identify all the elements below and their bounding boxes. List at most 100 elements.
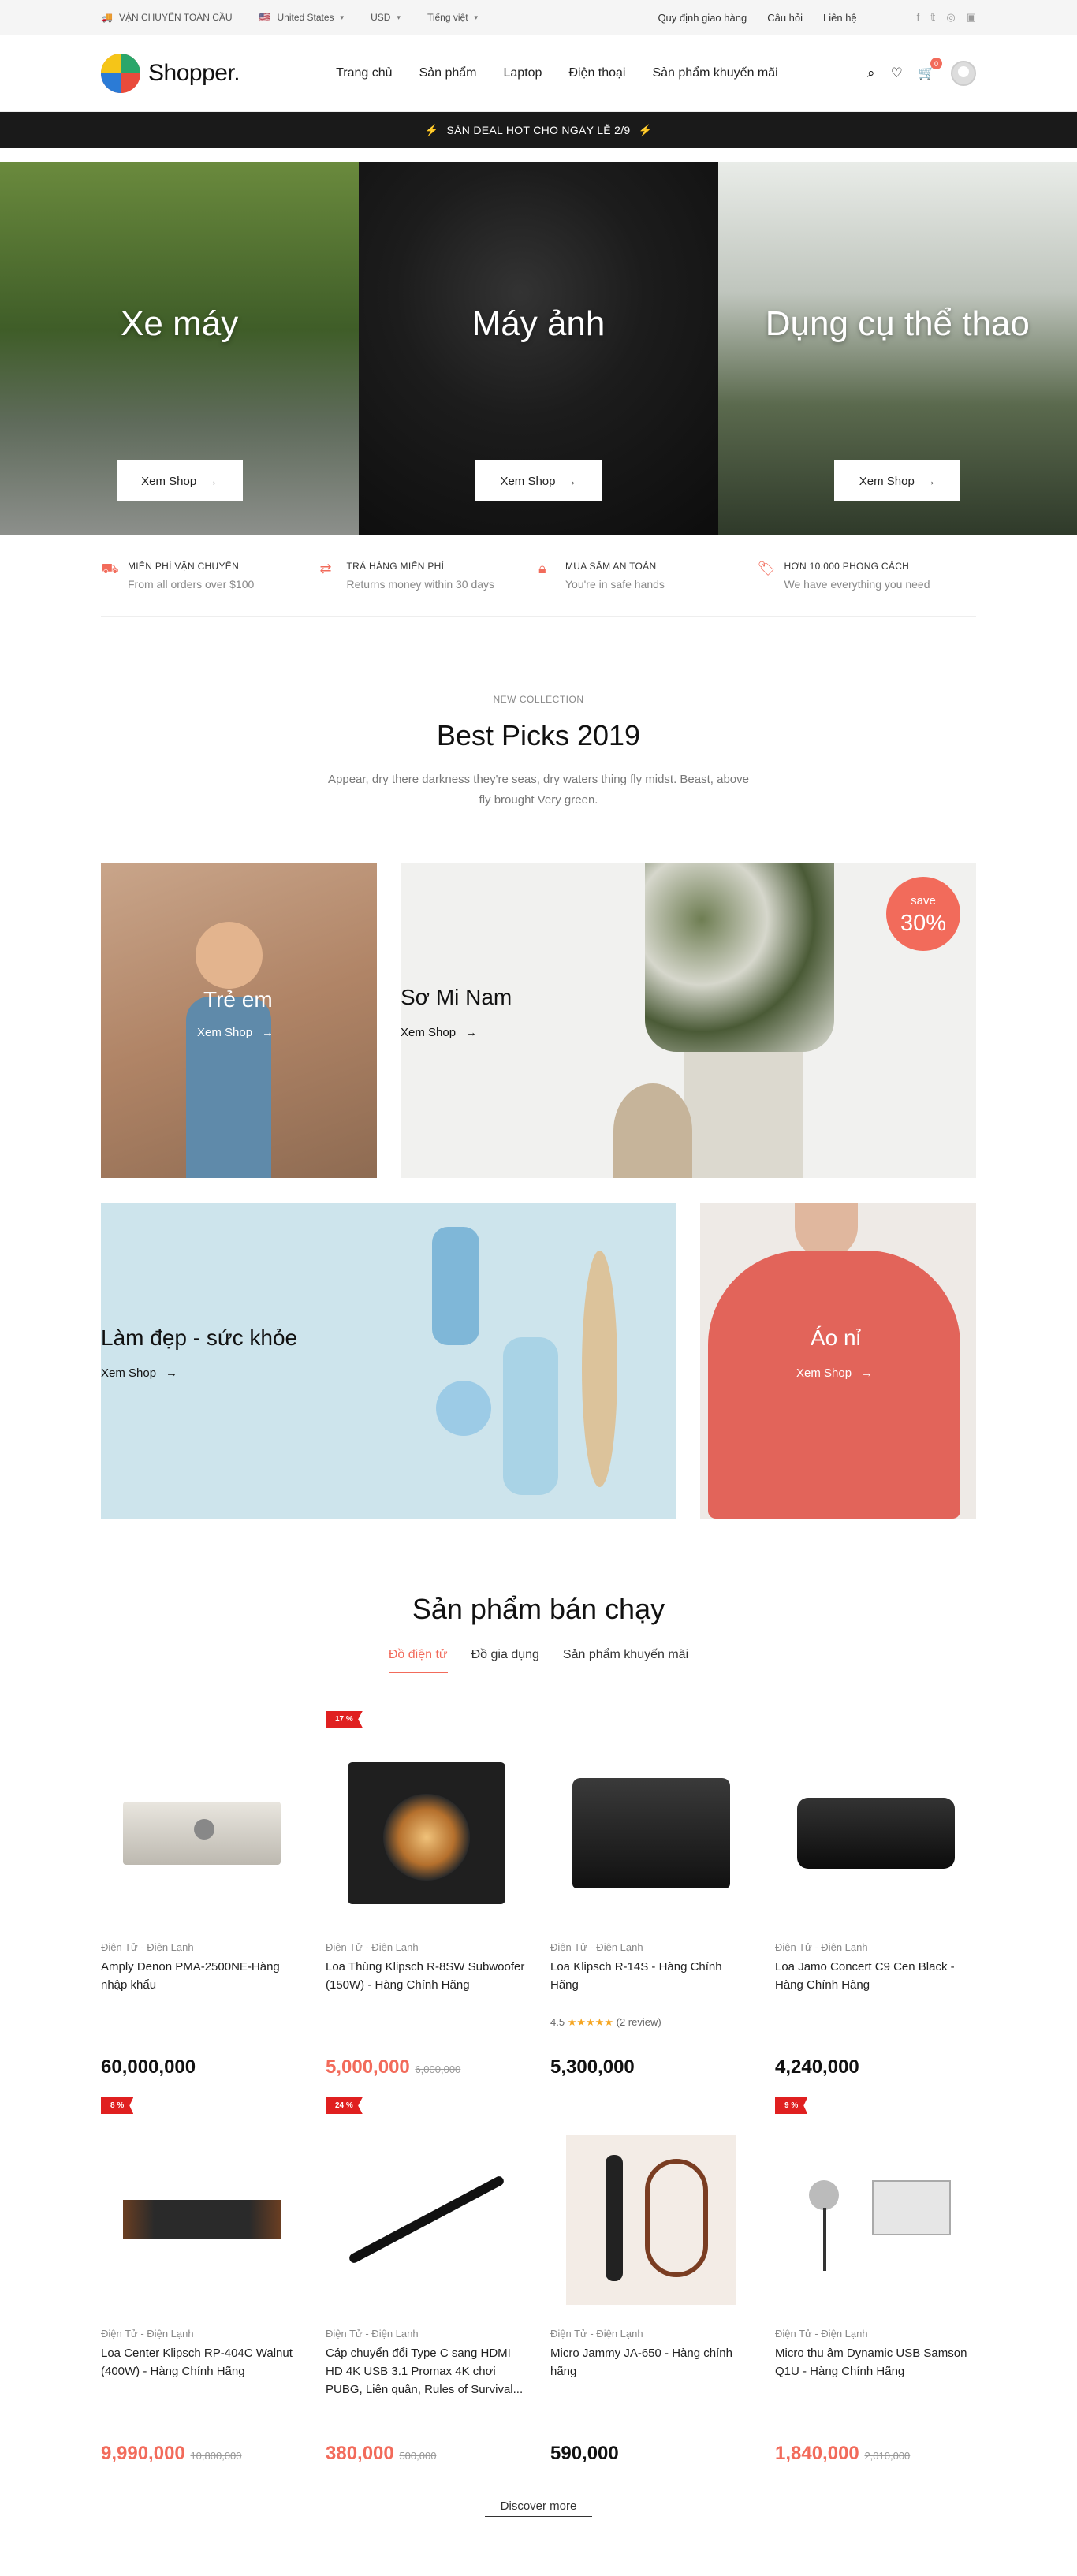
product-image[interactable] [101, 1735, 302, 1932]
product-name[interactable]: Micro thu âm Dynamic USB Samson Q1U - Hà… [775, 2344, 976, 2399]
save-label: save [911, 894, 936, 908]
country-label: United States [277, 12, 334, 23]
discover-more: Discover more [0, 2500, 1077, 2517]
tile-shop-link[interactable]: Xem Shop → [401, 1026, 477, 1039]
bottle-photo [503, 1337, 558, 1495]
price-value: 9,990,000 [101, 2443, 185, 2464]
tile-shop-link[interactable]: Xem Shop → [796, 1366, 873, 1380]
link-label: Xem Shop [796, 1366, 852, 1380]
child-photo [196, 922, 263, 989]
lightning-icon: ⚡ [638, 123, 653, 136]
search-icon[interactable]: ⌕ [867, 65, 875, 81]
nav-phones[interactable]: Điện thoại [568, 66, 625, 80]
product-name[interactable]: Loa Thùng Klipsch R-8SW Subwoofer (150W)… [326, 1958, 527, 2013]
promo-banner[interactable]: ⚡ SĂN DEAL HOT CHO NGÀY LỄ 2/9 ⚡ [0, 112, 1077, 148]
product-price: 5,300,000 [550, 2056, 635, 2078]
hero-shop-button[interactable]: Xem Shop → [834, 460, 961, 501]
logo[interactable]: Shopper. [101, 54, 240, 93]
product-card[interactable]: Điện Tử - Điện Lạnh Amply Denon PMA-2500… [101, 1711, 302, 2097]
tile-kids[interactable]: Trẻ em Xem Shop → [101, 863, 377, 1178]
product-name[interactable]: Loa Klipsch R-14S - Hàng Chính Hãng [550, 1958, 751, 2013]
discover-more-link[interactable]: Discover more [484, 2500, 593, 2517]
tab-promotions[interactable]: Sản phẩm khuyến mãi [563, 1648, 688, 1673]
facebook-icon[interactable]: f [917, 11, 920, 24]
cart-button[interactable]: 🛒 0 [919, 58, 942, 81]
review-count[interactable]: (2 review) [617, 2016, 661, 2028]
product-image[interactable] [326, 2121, 527, 2318]
nav-home[interactable]: Trang chủ [336, 66, 392, 80]
product-name[interactable]: Micro Jammy JA-650 - Hàng chính hãng [550, 2344, 751, 2399]
nav-promotions[interactable]: Sản phẩm khuyến mãi [652, 66, 777, 80]
link-faq[interactable]: Câu hỏi [767, 12, 803, 24]
tile-shop-link[interactable]: Xem Shop → [197, 1026, 274, 1039]
price-value: 60,000,000 [101, 2056, 196, 2078]
product-card[interactable]: Điện Tử - Điện Lạnh Micro Jammy JA-650 -… [550, 2097, 751, 2484]
product-image[interactable] [326, 1735, 527, 1932]
feature-title: MIỄN PHÍ VẬN CHUYỂN [128, 560, 240, 572]
country-select[interactable]: 🇺🇸 United States ▾ [259, 12, 345, 23]
tile-sweaters[interactable]: Áo nỉ Xem Shop → [700, 1203, 976, 1519]
language-label: Tiếng việt [427, 12, 468, 23]
product-price: 4,240,000 [775, 2056, 859, 2078]
tile-men-shirts[interactable]: Sơ Mi Nam Xem Shop → save 30% [401, 863, 976, 1178]
speaker-photo [572, 1778, 730, 1888]
tab-household[interactable]: Đồ gia dụng [471, 1648, 539, 1673]
tile-shop-link[interactable]: Xem Shop → [101, 1366, 177, 1380]
product-name[interactable]: Cáp chuyển đổi Type C sang HDMI HD 4K US… [326, 2344, 527, 2399]
product-image[interactable] [101, 2121, 302, 2318]
section-title: Best Picks 2019 [436, 719, 641, 751]
product-card[interactable]: 9 % Điện Tử - Điện Lạnh Micro thu âm Dyn… [775, 2097, 976, 2484]
hero-shop-button[interactable]: Xem Shop → [475, 460, 602, 501]
old-price: 2,010,000 [864, 2450, 911, 2462]
nav-laptop[interactable]: Laptop [504, 66, 542, 80]
product-card[interactable]: 24 % Điện Tử - Điện Lạnh Cáp chuyển đổi … [326, 2097, 527, 2484]
product-card[interactable]: 17 % Điện Tử - Điện Lạnh Loa Thùng Klips… [326, 1711, 527, 2097]
product-category: Điện Tử - Điện Lạnh [326, 1941, 419, 1953]
product-image[interactable] [775, 1735, 976, 1932]
heart-icon[interactable]: ♡ [891, 65, 903, 81]
product-card[interactable]: Điện Tử - Điện Lạnh Loa Klipsch R-14S - … [550, 1711, 751, 2097]
logo-mark-icon [101, 54, 140, 93]
product-category: Điện Tử - Điện Lạnh [775, 1941, 868, 1953]
hero-title: Dụng cụ thể thao [765, 304, 1030, 343]
hero-panel-camera[interactable]: Máy ảnh Xem Shop → [359, 162, 718, 535]
old-price: 500,000 [399, 2450, 437, 2462]
product-card[interactable]: 8 % Điện Tử - Điện Lạnh Loa Center Klips… [101, 2097, 302, 2484]
shipping-info: 🚚 VẬN CHUYỂN TOÀN CẦU [101, 12, 233, 23]
link-contact[interactable]: Liên hệ [823, 12, 857, 24]
product-image[interactable] [775, 2121, 976, 2318]
chevron-down-icon: ▾ [397, 13, 401, 21]
tile-beauty[interactable]: Làm đẹp - sức khỏe Xem Shop → [101, 1203, 676, 1519]
feature-strip: ⛟ MIỄN PHÍ VẬN CHUYỂN From all orders ove… [101, 535, 976, 617]
discount-tag: 17 % [326, 1711, 363, 1728]
hero-shop-button[interactable]: Xem Shop → [116, 460, 243, 501]
cart-count-badge: 0 [930, 58, 942, 69]
feature-text: We have everything you need [784, 577, 930, 591]
feature-free-shipping: ⛟ MIỄN PHÍ VẬN CHUYỂN From all orders ove… [101, 561, 320, 591]
twitter-icon[interactable]: 𝕥 [930, 11, 935, 24]
product-card[interactable]: Điện Tử - Điện Lạnh Loa Jamo Concert C9 … [775, 1711, 976, 2097]
tile-title: Sơ Mi Nam [401, 985, 512, 1009]
instagram-icon[interactable]: ◎ [946, 11, 955, 24]
tab-electronics[interactable]: Đồ điện tử [388, 1648, 448, 1673]
currency-select[interactable]: USD ▾ [371, 12, 401, 23]
product-image[interactable] [550, 1735, 751, 1932]
product-name[interactable]: Amply Denon PMA-2500NE-Hàng nhập khẩu [101, 1958, 302, 2013]
hero-panel-motorbike[interactable]: Xe máy Xem Shop → [0, 162, 360, 535]
nav-products[interactable]: Sản phẩm [419, 66, 477, 80]
hero-panel-sports[interactable]: Dụng cụ thể thao Xem Shop → [717, 162, 1077, 535]
language-select[interactable]: Tiếng việt ▾ [427, 12, 478, 23]
main-nav: Trang chủ Sản phẩm Laptop Điện thoại Sản… [336, 66, 778, 80]
product-grid: Điện Tử - Điện Lạnh Amply Denon PMA-2500… [101, 1711, 976, 2484]
linkedin-icon[interactable]: ▣ [967, 11, 976, 24]
shipping-label: VẬN CHUYỂN TOÀN CẦU [118, 12, 233, 23]
product-name[interactable]: Loa Center Klipsch RP-404C Walnut (400W)… [101, 2344, 302, 2399]
product-category: Điện Tử - Điện Lạnh [101, 2328, 194, 2339]
avatar[interactable] [951, 61, 976, 86]
feature-text: Returns money within 30 days [346, 577, 495, 591]
product-name[interactable]: Loa Jamo Concert C9 Cen Black - Hàng Chí… [775, 1958, 976, 2013]
subwoofer-photo [347, 1762, 505, 1904]
button-label: Xem Shop [859, 474, 915, 488]
link-shipping-policy[interactable]: Quy định giao hàng [658, 12, 747, 24]
product-image[interactable] [550, 2121, 751, 2318]
